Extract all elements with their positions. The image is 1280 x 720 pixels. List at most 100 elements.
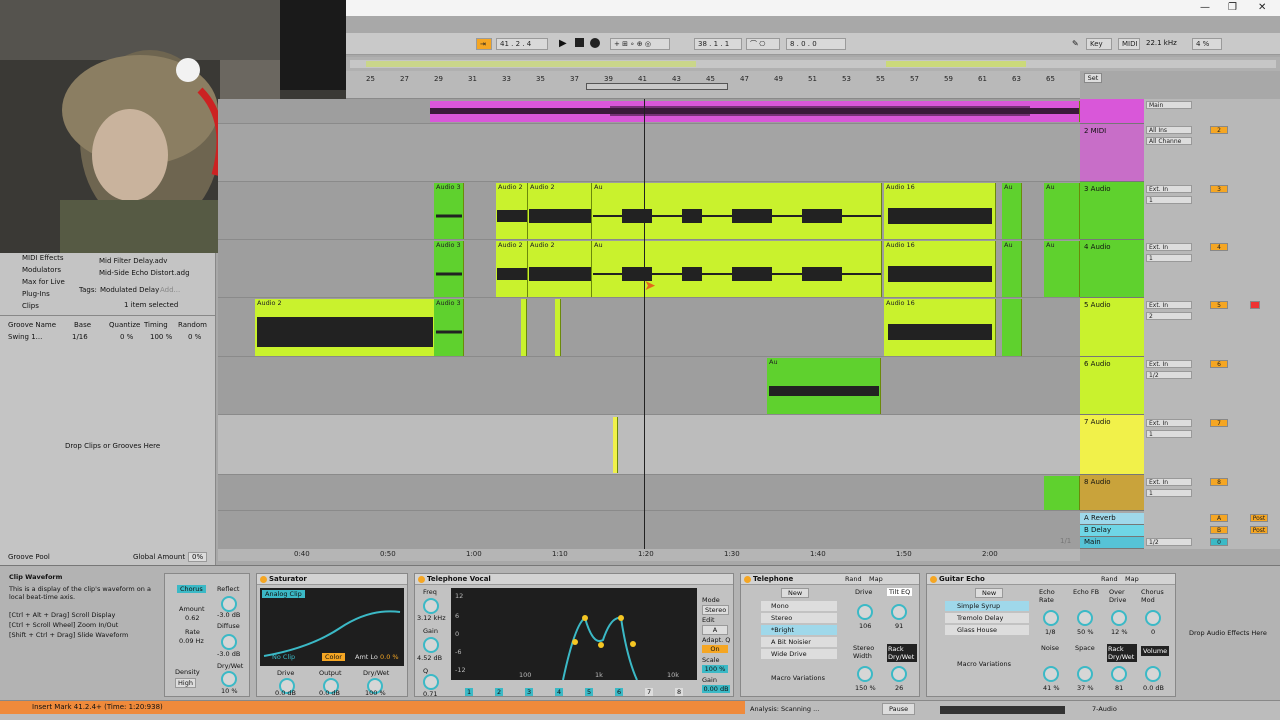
track-number[interactable]: 4	[1210, 243, 1228, 251]
track-header[interactable]: 4 Audio	[1080, 240, 1144, 298]
return-header[interactable]: B Delay	[1080, 525, 1144, 537]
echo-fb-knob[interactable]	[1077, 610, 1093, 626]
output-gain-value[interactable]: 0.00 dB	[702, 685, 730, 693]
clip[interactable]	[555, 299, 561, 356]
clip[interactable]	[1044, 476, 1080, 510]
mode-select[interactable]: Stereo	[702, 605, 730, 615]
pause-button[interactable]: Pause	[882, 703, 916, 715]
browser-category[interactable]: MIDI Effects	[22, 254, 64, 262]
arrangement-view[interactable]: Audio 3 Audio 2 Audio 2 Au Audio 16 Au A…	[218, 99, 1080, 549]
telephone-title[interactable]: Telephone	[741, 574, 919, 585]
input-type[interactable]: Ext. In	[1146, 185, 1192, 193]
clip[interactable]: Audio 2	[528, 183, 592, 239]
input-type[interactable]: Ext. In	[1146, 243, 1192, 251]
browser-category[interactable]: Modulators	[22, 266, 61, 274]
main-volume[interactable]: 0	[1210, 538, 1228, 546]
track-number[interactable]: 5	[1210, 301, 1228, 309]
return-letter[interactable]: B	[1210, 526, 1228, 534]
variation-item[interactable]: Glass House	[945, 625, 1029, 635]
post-button[interactable]: Post	[1250, 514, 1268, 522]
clip[interactable]: Au	[592, 241, 882, 297]
clip[interactable]	[613, 417, 618, 473]
groove-timing[interactable]: 100 %	[150, 333, 172, 341]
track-lane[interactable]	[218, 415, 1080, 475]
track-header[interactable]: 8 Audio	[1080, 475, 1144, 511]
groove-random[interactable]: 0 %	[188, 333, 201, 341]
track-lane[interactable]: Audio 3 Audio 2 Audio 2 Au Audio 16 Au A…	[218, 240, 1080, 298]
clip[interactable]: Au	[1044, 183, 1080, 239]
noise-knob[interactable]	[1043, 666, 1059, 682]
browser-file[interactable]: Mid-Side Echo Distort.adg	[99, 269, 190, 277]
track-header[interactable]	[1080, 99, 1144, 124]
loop-brace[interactable]	[586, 83, 728, 90]
follow-button[interactable]: ⇥	[476, 38, 492, 50]
clip[interactable]: Au	[592, 183, 882, 239]
reflect-knob[interactable]	[221, 596, 237, 612]
no-clip-button[interactable]: No Clip	[272, 653, 295, 661]
track-header[interactable]: 7 Audio	[1080, 415, 1144, 475]
input-channel[interactable]: 1	[1146, 430, 1192, 438]
track-lane[interactable]: Audio 3 Audio 2 Audio 2 Au Audio 16 Au A…	[218, 182, 1080, 240]
variation-item[interactable]: *Bright	[761, 625, 837, 635]
time-ruler[interactable]: 0:40 0:50 1:00 1:10 1:20 1:30 1:40 1:50 …	[218, 537, 1080, 561]
track-number[interactable]: 3	[1210, 185, 1228, 193]
band-toggle[interactable]: 6	[615, 688, 624, 696]
input-channel[interactable]: 1	[1146, 489, 1192, 497]
tag-add[interactable]: Add...	[160, 286, 180, 294]
post-button[interactable]: Post	[1250, 526, 1268, 534]
clip[interactable]: Au	[767, 358, 881, 414]
clip[interactable]: Audio 3	[434, 241, 464, 297]
track-header[interactable]: 2 MIDI	[1080, 124, 1144, 182]
adapt-q-button[interactable]: On	[702, 645, 728, 653]
draw-mode-icon[interactable]: ✎	[1072, 39, 1079, 48]
clip[interactable]: Au	[1002, 183, 1022, 239]
band-toggle[interactable]: 5	[585, 688, 594, 696]
groove-quantize[interactable]: 0 %	[120, 333, 133, 341]
track-number[interactable]: 6	[1210, 360, 1228, 368]
track-lane[interactable]	[218, 99, 1080, 124]
track-lane[interactable]: Au	[218, 357, 1080, 415]
stereo-width-knob[interactable]	[857, 666, 873, 682]
rate-value[interactable]: 0.09 Hz	[179, 637, 204, 645]
rack-drywet-knob[interactable]	[1111, 666, 1127, 682]
variation-item[interactable]: Stereo	[761, 613, 837, 623]
input-channel[interactable]: 1	[1146, 254, 1192, 262]
arm-button[interactable]	[1250, 301, 1260, 309]
clip[interactable]: Au	[1002, 241, 1022, 297]
track-number[interactable]: 7	[1210, 419, 1228, 427]
amt-lo-value[interactable]: 0.0 %	[380, 653, 399, 661]
key-map-button[interactable]: Key	[1086, 38, 1112, 50]
variation-item[interactable]: A Bit Noisier	[761, 637, 837, 647]
minimize-button[interactable]: —	[1200, 2, 1210, 13]
track-number[interactable]: 2	[1210, 126, 1228, 134]
q-knob[interactable]	[423, 674, 439, 690]
return-header[interactable]: A Reverb	[1080, 513, 1144, 525]
band-toggle[interactable]: 1	[465, 688, 474, 696]
band-toggle[interactable]: 7	[645, 688, 654, 696]
track-lane[interactable]	[218, 475, 1080, 511]
band-toggle[interactable]: 2	[495, 688, 504, 696]
scale-value[interactable]: 100 %	[702, 665, 728, 673]
space-knob[interactable]	[1077, 666, 1093, 682]
band-toggle[interactable]: 4	[555, 688, 564, 696]
main-header[interactable]: Main	[1080, 537, 1144, 549]
main-routing[interactable]: 1/2	[1146, 538, 1192, 546]
echo-rate-knob[interactable]	[1043, 610, 1059, 626]
band-toggle[interactable]: 3	[525, 688, 534, 696]
input-channel[interactable]: All Channe	[1146, 137, 1192, 145]
chorus-mode[interactable]: Chorus	[177, 585, 206, 593]
clip[interactable]: Audio 16	[884, 241, 996, 297]
input-type[interactable]: Ext. In	[1146, 301, 1192, 309]
band-toggle[interactable]: 8	[675, 688, 684, 696]
midi-map-button[interactable]: MIDI	[1118, 38, 1140, 50]
track-number[interactable]: 8	[1210, 478, 1228, 486]
loop-toggle[interactable]: ⌒ ⎔	[746, 38, 780, 50]
eq-title[interactable]: Telephone Vocal	[415, 574, 733, 585]
input-type[interactable]: All Ins	[1146, 126, 1192, 134]
volume-knob[interactable]	[1145, 666, 1161, 682]
freq-knob[interactable]	[423, 598, 439, 614]
saturator-curve[interactable]: Analog Clip No Clip Color Amt Lo 0.0 %	[260, 588, 404, 666]
input-channel[interactable]: 1	[1146, 196, 1192, 204]
tilt-eq-knob[interactable]	[891, 604, 907, 620]
diffuse-knob[interactable]	[221, 634, 237, 650]
